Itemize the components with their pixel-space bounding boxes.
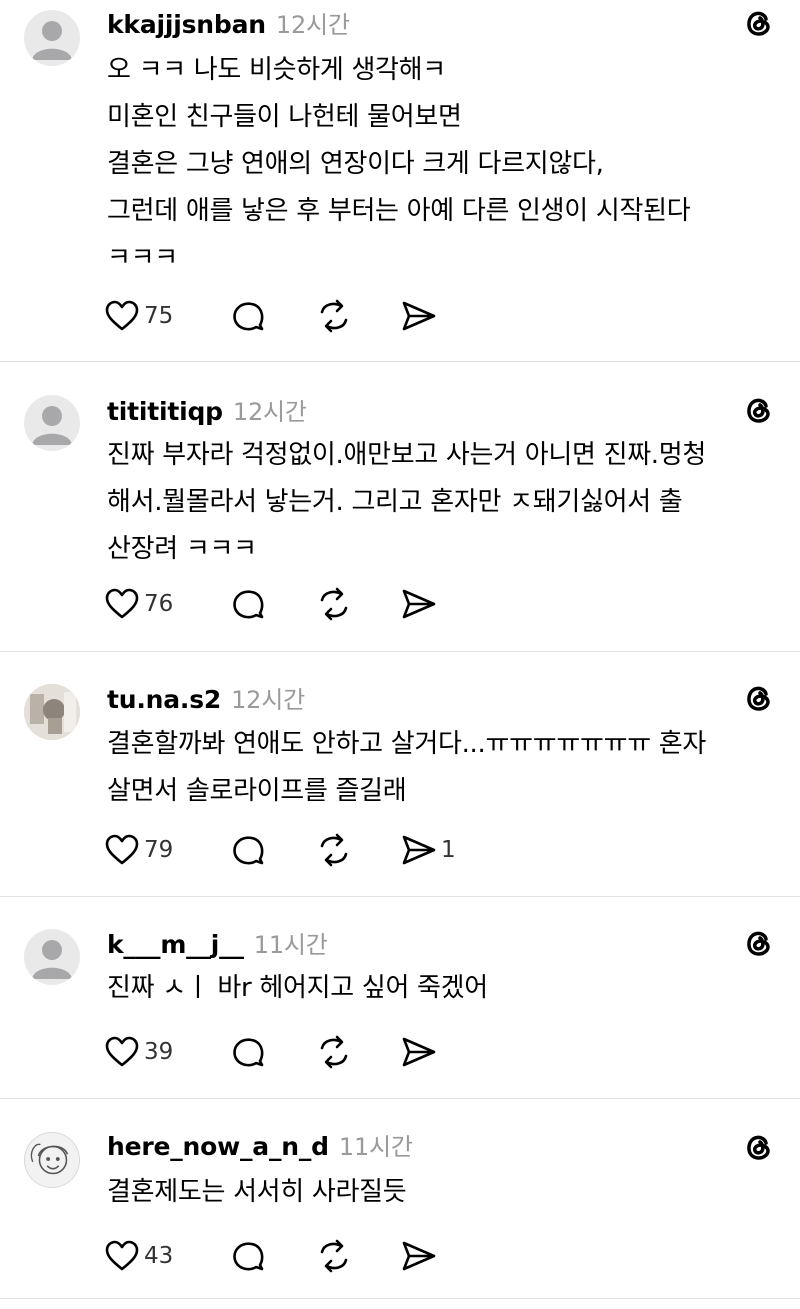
timestamp: 12시간 — [232, 398, 307, 426]
avatar[interactable] — [24, 1132, 80, 1188]
comment-post: titititiqp 12시간 진짜 부자라 걱정없이.애만보고 사는거 아니면 … — [0, 362, 800, 652]
comment-text: 결혼할까봐 연애도 안하고 살거다...ㅠㅠㅠㅠㅠㅠㅠ 혼자 살면서 솔로라이프… — [107, 729, 707, 806]
avatar[interactable] — [24, 684, 80, 740]
like-button[interactable]: 43 — [104, 1236, 173, 1276]
action-bar: 39 — [104, 1032, 704, 1072]
heart-icon — [105, 834, 139, 865]
username[interactable]: here_now_a_n_d — [107, 1132, 329, 1161]
repost-icon — [320, 587, 348, 621]
reply-icon — [233, 1242, 264, 1271]
repost-icon — [320, 833, 348, 867]
reply-icon — [233, 836, 264, 865]
repost-button[interactable] — [314, 830, 354, 870]
threads-logo-icon[interactable] — [740, 680, 776, 716]
username-row: kkajjjsnban 12시간 — [107, 5, 350, 40]
username[interactable]: kkajjjsnban — [107, 10, 266, 39]
timestamp: 12시간 — [231, 686, 305, 714]
username-row: titititiqp 12시간 — [107, 392, 307, 427]
share-button[interactable] — [401, 296, 441, 336]
like-count: 39 — [144, 1039, 174, 1065]
username-row: k___m__j__ 11시간 — [107, 925, 328, 960]
username[interactable]: tu.na.s2 — [107, 685, 221, 714]
timestamp: 11시간 — [338, 1133, 413, 1161]
like-count: 43 — [144, 1243, 174, 1269]
like-button[interactable]: 76 — [104, 584, 173, 624]
like-count: 76 — [144, 591, 174, 617]
like-count: 75 — [144, 303, 174, 329]
username[interactable]: titititiqp — [107, 397, 223, 426]
action-bar: 43 — [104, 1236, 704, 1276]
username-row: here_now_a_n_d 11시간 — [107, 1127, 413, 1162]
like-count: 79 — [144, 837, 174, 863]
comment-post: tu.na.s2 12시간 결혼할까봐 연애도 안하고 살거다...ㅠㅠㅠㅠㅠㅠㅠ… — [0, 652, 800, 897]
repost-icon — [320, 299, 348, 333]
threads-logo-icon[interactable] — [740, 1129, 776, 1165]
send-icon — [402, 301, 436, 331]
threads-logo-icon[interactable] — [740, 392, 776, 428]
repost-button[interactable] — [314, 1032, 354, 1072]
reply-button[interactable] — [230, 296, 266, 336]
send-icon — [402, 1241, 436, 1271]
timestamp: 11시간 — [253, 931, 328, 959]
repost-icon — [320, 1035, 348, 1069]
comment-feed: kkajjjsnban 12시간 오 ㅋㅋ 나도 비슷하게 생각해ㅋ 미혼인 친구… — [0, 0, 800, 1309]
like-button[interactable]: 75 — [104, 296, 173, 336]
timestamp: 12시간 — [275, 11, 350, 39]
repost-icon — [320, 1239, 348, 1273]
heart-icon — [105, 588, 139, 619]
reply-icon — [233, 590, 264, 619]
comment-text: 진짜 ㅅㅣ 바r 헤어지고 싶어 죽겠어 — [107, 973, 488, 1003]
send-icon — [402, 1037, 436, 1067]
comment-post: here_now_a_n_d 11시간 결혼제도는 서서히 사라질듯 43 — [0, 1099, 800, 1299]
avatar[interactable] — [24, 929, 80, 985]
action-bar: 76 — [104, 584, 704, 624]
repost-button[interactable] — [314, 296, 354, 336]
comment-post: k___m__j__ 11시간 진짜 ㅅㅣ 바r 헤어지고 싶어 죽겠어 39 — [0, 897, 800, 1099]
send-icon — [402, 589, 436, 619]
share-count: 1 — [441, 837, 456, 863]
heart-icon — [105, 1240, 139, 1271]
reply-button[interactable] — [230, 830, 266, 870]
share-button[interactable]: 1 — [401, 830, 456, 870]
like-button[interactable]: 39 — [104, 1032, 173, 1072]
reply-button[interactable] — [230, 1032, 266, 1072]
comment-text: 진짜 부자라 걱정없이.애만보고 사는거 아니면 진짜.멍청 해서.뭘몰라서 낳… — [107, 440, 707, 564]
comment-text: 결혼제도는 서서히 사라질듯 — [107, 1177, 407, 1207]
repost-button[interactable] — [314, 584, 354, 624]
share-button[interactable] — [401, 584, 441, 624]
threads-logo-icon[interactable] — [740, 5, 776, 41]
comment-post: kkajjjsnban 12시간 오 ㅋㅋ 나도 비슷하게 생각해ㅋ 미혼인 친구… — [0, 0, 800, 362]
reply-button[interactable] — [230, 584, 266, 624]
send-icon — [402, 835, 436, 865]
heart-icon — [105, 300, 139, 331]
avatar[interactable] — [24, 395, 80, 451]
username-row: tu.na.s2 12시간 — [107, 680, 305, 715]
threads-logo-icon[interactable] — [740, 925, 776, 961]
share-button[interactable] — [401, 1236, 441, 1276]
avatar[interactable] — [24, 10, 80, 66]
heart-icon — [105, 1036, 139, 1067]
reply-icon — [233, 302, 264, 331]
action-bar: 79 1 — [104, 830, 704, 870]
username[interactable]: k___m__j__ — [107, 930, 244, 959]
action-bar: 75 — [104, 296, 704, 336]
repost-button[interactable] — [314, 1236, 354, 1276]
reply-button[interactable] — [230, 1236, 266, 1276]
share-button[interactable] — [401, 1032, 441, 1072]
like-button[interactable]: 79 — [104, 830, 173, 870]
comment-text: 오 ㅋㅋ 나도 비슷하게 생각해ㅋ 미혼인 친구들이 나헌테 물어보면 결혼은 … — [107, 55, 691, 273]
reply-icon — [233, 1038, 264, 1067]
